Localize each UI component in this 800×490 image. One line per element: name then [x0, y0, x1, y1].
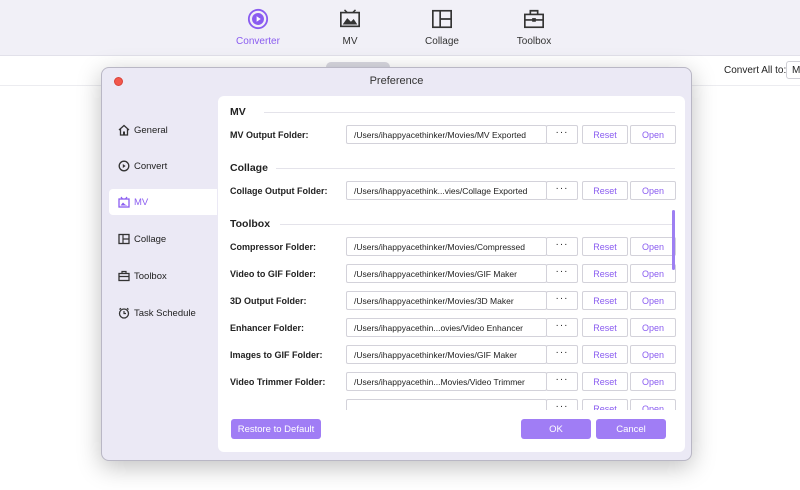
- images-to-gif-open-button[interactable]: Open: [630, 345, 676, 364]
- sidebar-item-task-schedule[interactable]: Task Schedule: [109, 300, 217, 326]
- sidebar-item-label: Convert: [134, 161, 168, 172]
- sidebar-item-label: General: [134, 125, 168, 136]
- video-to-gif-folder-label: Video to GIF Folder:: [230, 269, 316, 279]
- video-trimmer-reset-button[interactable]: Reset: [582, 372, 628, 391]
- section-title-mv: MV: [230, 106, 246, 118]
- mv-output-folder-label: MV Output Folder:: [230, 130, 309, 140]
- toolbox-icon: [524, 9, 544, 29]
- 3d-reset-button[interactable]: Reset: [582, 291, 628, 310]
- images-to-gif-folder-path[interactable]: /Users/ihappyacethinker/Movies/GIF Maker: [346, 345, 547, 364]
- home-icon: [118, 124, 130, 136]
- collage-icon: [118, 233, 130, 245]
- 3d-open-button[interactable]: Open: [630, 291, 676, 310]
- toolbox-icon: [118, 270, 130, 282]
- collage-icon: [432, 9, 452, 29]
- mv-icon: [340, 9, 360, 28]
- ok-button[interactable]: OK: [521, 419, 591, 439]
- images-to-gif-reset-button[interactable]: Reset: [582, 345, 628, 364]
- sidebar-item-general[interactable]: General: [109, 117, 217, 143]
- nav-mv-label: MV: [342, 36, 358, 47]
- sidebar-item-label: MV: [134, 197, 149, 208]
- section-title-collage: Collage: [230, 162, 268, 174]
- video-to-gif-folder-path[interactable]: /Users/ihappyacethinker/Movies/GIF Maker: [346, 264, 547, 283]
- collage-output-folder-label: Collage Output Folder:: [230, 186, 328, 196]
- app-toolbar: Converter MV Collage Toolbox: [0, 0, 800, 56]
- convert-all-select[interactable]: M: [786, 61, 800, 79]
- settings-scroll-area[interactable]: MV MV Output Folder: /Users/ihappyacethi…: [218, 96, 685, 410]
- sidebar-item-label: Task Schedule: [134, 308, 196, 319]
- clock-icon: [118, 307, 130, 319]
- video-trimmer-open-button[interactable]: Open: [630, 372, 676, 391]
- sidebar-item-toolbox[interactable]: Toolbox: [109, 263, 217, 289]
- section-title-toolbox: Toolbox: [230, 218, 271, 230]
- nav-converter[interactable]: Converter: [213, 8, 303, 52]
- enhancer-browse-button[interactable]: ···: [546, 318, 578, 337]
- settings-panel: MV MV Output Folder: /Users/ihappyacethi…: [218, 96, 685, 452]
- video-trimmer-folder-path[interactable]: /Users/ihappyacethin...Movies/Video Trim…: [346, 372, 547, 391]
- mv-reset-button[interactable]: Reset: [582, 125, 628, 144]
- speed-controller-browse-button[interactable]: ···: [546, 399, 578, 410]
- section-divider: [264, 112, 675, 113]
- speed-controller-open-button[interactable]: Open: [630, 399, 676, 410]
- convert-icon: [118, 160, 130, 172]
- images-to-gif-folder-label: Images to GIF Folder:: [230, 350, 323, 360]
- sidebar-item-collage[interactable]: Collage: [109, 226, 217, 252]
- collage-browse-button[interactable]: ···: [546, 181, 578, 200]
- preference-dialog: Preference General Convert MV Collage To…: [101, 67, 692, 461]
- enhancer-folder-path[interactable]: /Users/ihappyacethin...ovies/Video Enhan…: [346, 318, 547, 337]
- mv-open-button[interactable]: Open: [630, 125, 676, 144]
- sidebar-item-mv[interactable]: MV: [109, 189, 217, 215]
- section-divider: [280, 224, 675, 225]
- video-to-gif-browse-button[interactable]: ···: [546, 264, 578, 283]
- nav-converter-label: Converter: [236, 36, 280, 47]
- dialog-title: Preference: [369, 75, 424, 87]
- converter-icon: [247, 8, 269, 30]
- speed-controller-folder-path[interactable]: [346, 399, 547, 410]
- 3d-output-folder-label: 3D Output Folder:: [230, 296, 307, 306]
- sidebar-item-convert[interactable]: Convert: [109, 153, 217, 179]
- nav-toolbox-label: Toolbox: [516, 36, 552, 47]
- nav-collage-label: Collage: [425, 36, 459, 47]
- compressor-reset-button[interactable]: Reset: [582, 237, 628, 256]
- enhancer-reset-button[interactable]: Reset: [582, 318, 628, 337]
- panel-scrollbar[interactable]: [672, 210, 675, 270]
- compressor-browse-button[interactable]: ···: [546, 237, 578, 256]
- compressor-open-button[interactable]: Open: [630, 237, 676, 256]
- cancel-button[interactable]: Cancel: [596, 419, 666, 439]
- video-to-gif-open-button[interactable]: Open: [630, 264, 676, 283]
- compressor-folder-path[interactable]: /Users/ihappyacethinker/Movies/Compresse…: [346, 237, 547, 256]
- collage-reset-button[interactable]: Reset: [582, 181, 628, 200]
- nav-mv[interactable]: MV: [305, 8, 395, 52]
- 3d-browse-button[interactable]: ···: [546, 291, 578, 310]
- nav-collage[interactable]: Collage: [397, 8, 487, 52]
- video-trimmer-folder-label: Video Trimmer Folder:: [230, 377, 326, 387]
- images-to-gif-browse-button[interactable]: ···: [546, 345, 578, 364]
- sidebar-item-label: Collage: [134, 234, 167, 245]
- mv-icon: [118, 196, 130, 208]
- mv-output-folder-path[interactable]: /Users/ihappyacethinker/Movies/MV Export…: [346, 125, 547, 144]
- restore-default-button[interactable]: Restore to Default: [231, 419, 321, 439]
- collage-open-button[interactable]: Open: [630, 181, 676, 200]
- mv-browse-button[interactable]: ···: [546, 125, 578, 144]
- collage-output-folder-path[interactable]: /Users/ihappyacethink...vies/Collage Exp…: [346, 181, 547, 200]
- speed-controller-reset-button[interactable]: Reset: [582, 399, 628, 410]
- nav-toolbox[interactable]: Toolbox: [489, 8, 579, 52]
- video-trimmer-browse-button[interactable]: ···: [546, 372, 578, 391]
- convert-all-label: Convert All to:: [724, 65, 787, 76]
- enhancer-open-button[interactable]: Open: [630, 318, 676, 337]
- video-to-gif-reset-button[interactable]: Reset: [582, 264, 628, 283]
- sidebar-item-label: Toolbox: [134, 271, 167, 282]
- enhancer-folder-label: Enhancer Folder:: [230, 323, 305, 333]
- section-divider: [276, 168, 675, 169]
- compressor-folder-label: Compressor Folder:: [230, 242, 317, 252]
- 3d-output-folder-path[interactable]: /Users/ihappyacethinker/Movies/3D Maker: [346, 291, 547, 310]
